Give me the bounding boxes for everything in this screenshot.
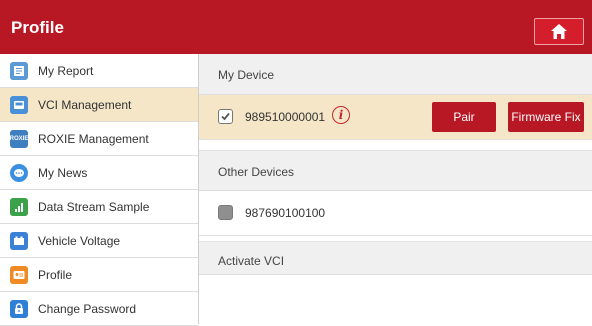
sidebar-item-profile[interactable]: Profile bbox=[0, 258, 198, 292]
sidebar-item-change-password[interactable]: Change Password bbox=[0, 292, 198, 326]
home-icon bbox=[551, 24, 567, 39]
home-button[interactable] bbox=[534, 18, 584, 45]
device-serial: 987690100100 bbox=[245, 206, 326, 220]
vci-icon bbox=[10, 95, 28, 114]
my-device-title: My Device bbox=[218, 68, 275, 82]
other-device-checkbox[interactable] bbox=[218, 205, 233, 220]
firmware-fix-button[interactable]: Firmware Fix bbox=[508, 102, 584, 132]
sidebar-item-label: Vehicle Voltage bbox=[38, 233, 121, 248]
other-devices-header: Other Devices bbox=[199, 150, 592, 191]
roxie-icon: ROXIE bbox=[10, 129, 28, 148]
device-serial: 989510000001 bbox=[245, 110, 326, 124]
sidebar-item-label: Change Password bbox=[38, 301, 137, 316]
sidebar-item-vci-management[interactable]: VCI Management bbox=[0, 88, 198, 122]
sidebar-item-label: Data Stream Sample bbox=[38, 199, 150, 214]
sidebar-item-label: ROXIE Management bbox=[38, 131, 149, 146]
sidebar-item-roxie-management[interactable]: ROXIE ROXIE Management bbox=[0, 122, 198, 156]
battery-icon bbox=[10, 231, 28, 250]
info-icon[interactable]: i bbox=[332, 106, 350, 124]
sidebar-item-label: Profile bbox=[38, 267, 73, 282]
report-icon bbox=[10, 61, 28, 80]
other-device-row[interactable]: 987690100100 bbox=[199, 191, 592, 236]
sidebar-item-my-news[interactable]: My News bbox=[0, 156, 198, 190]
id-card-icon bbox=[10, 265, 28, 284]
chat-bubble-icon bbox=[10, 163, 28, 182]
pair-button[interactable]: Pair bbox=[432, 102, 496, 132]
my-device-checkbox[interactable] bbox=[218, 109, 233, 124]
sidebar-item-data-stream-sample[interactable]: Data Stream Sample bbox=[0, 190, 198, 224]
top-bar: Profile bbox=[0, 0, 592, 54]
activate-vci-header[interactable]: Activate VCI bbox=[199, 241, 592, 275]
main-panel: My Device 989510000001 i Pair Firmware F… bbox=[199, 54, 592, 324]
sidebar-item-label: My Report bbox=[38, 63, 94, 78]
signal-chart-icon bbox=[10, 197, 28, 216]
activate-vci-title: Activate VCI bbox=[218, 254, 285, 268]
lock-icon bbox=[10, 299, 28, 318]
other-devices-title: Other Devices bbox=[218, 165, 295, 179]
page-title: Profile bbox=[11, 18, 64, 37]
sidebar-item-label: VCI Management bbox=[38, 97, 132, 112]
sidebar-item-my-report[interactable]: My Report bbox=[0, 54, 198, 88]
sidebar-item-label: My News bbox=[38, 165, 88, 180]
my-device-row[interactable]: 989510000001 i Pair Firmware Fix bbox=[199, 95, 592, 140]
sidebar-item-vehicle-voltage[interactable]: Vehicle Voltage bbox=[0, 224, 198, 258]
sidebar: My Report VCI Management ROXIE ROXIE Man… bbox=[0, 54, 199, 326]
my-device-header: My Device bbox=[199, 54, 592, 95]
checkmark-icon bbox=[221, 112, 230, 121]
